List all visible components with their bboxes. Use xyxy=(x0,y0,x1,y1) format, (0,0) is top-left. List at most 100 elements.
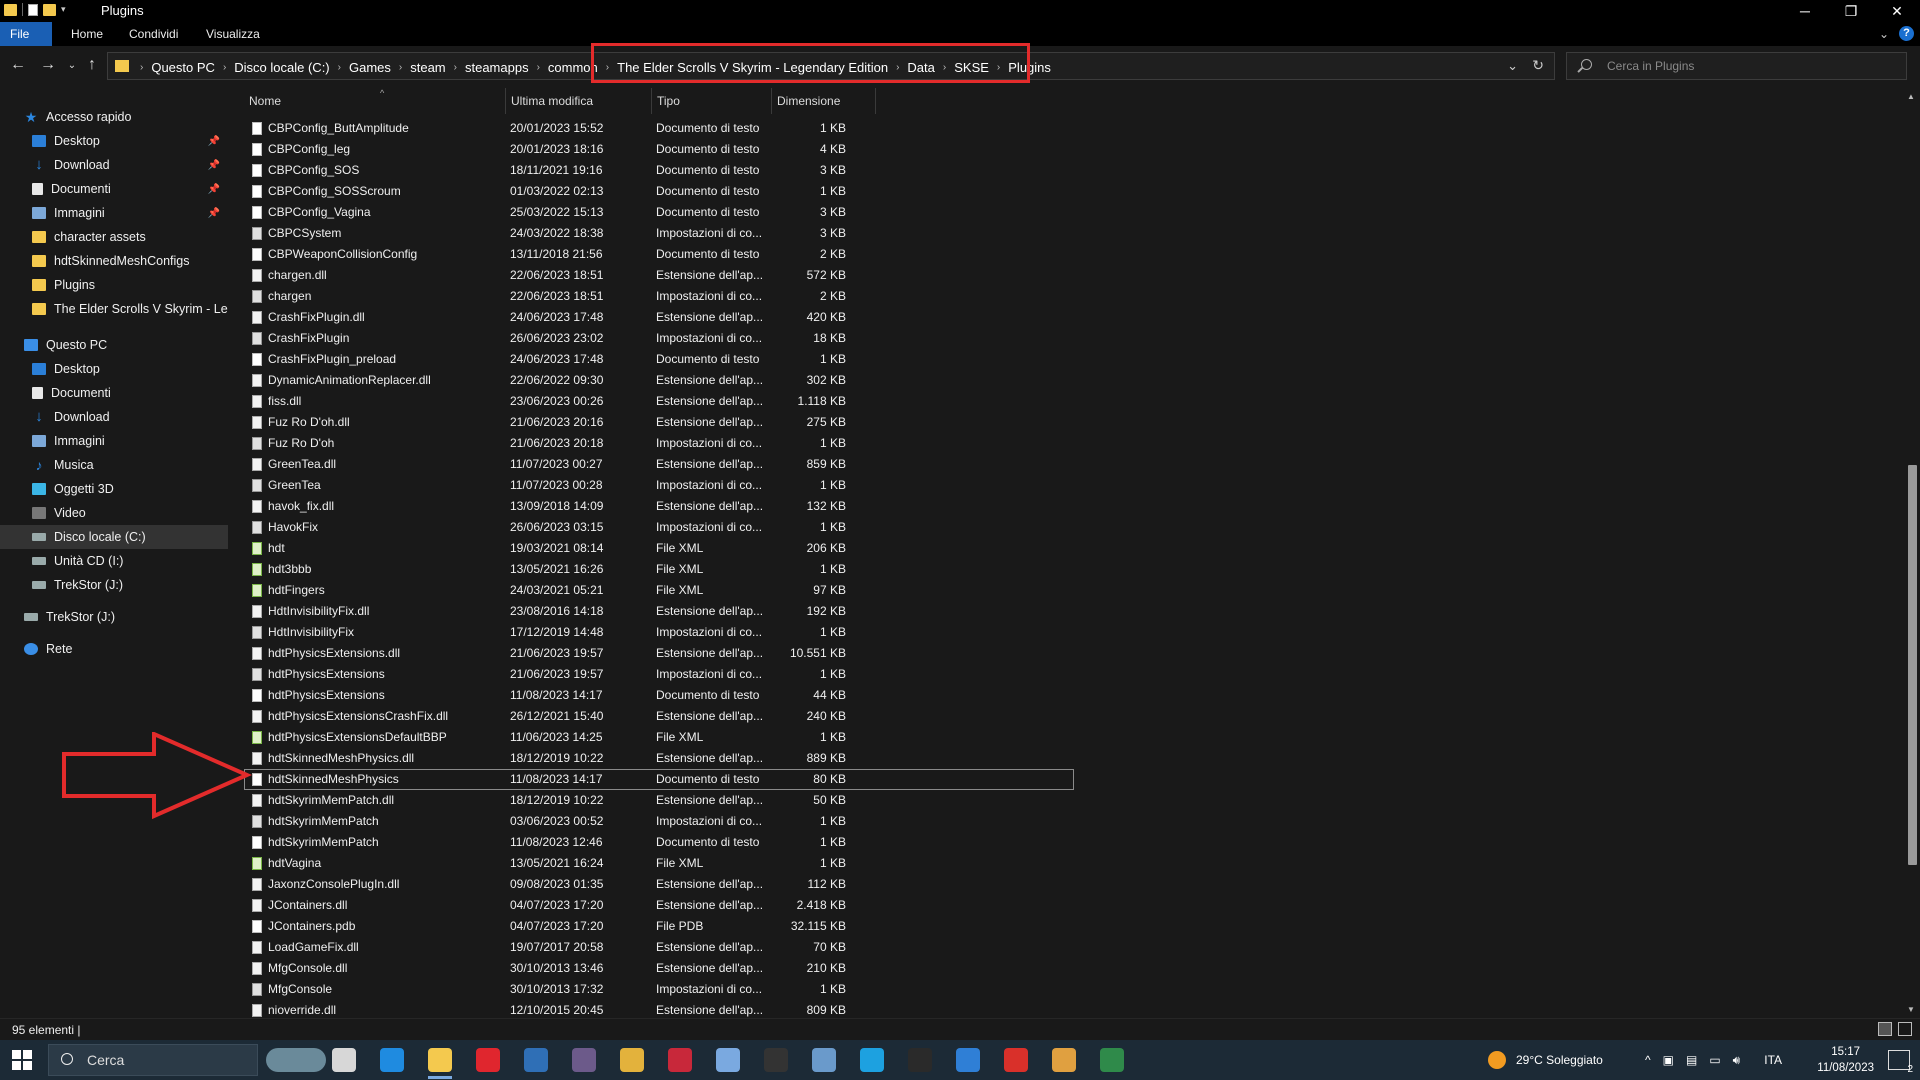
table-row[interactable]: CBPConfig_SOSScroum 01/03/2022 02:13 Docum… xyxy=(244,181,1074,202)
chevron-right-icon[interactable]: › xyxy=(533,62,544,73)
nav-item-pictures[interactable]: Immagini xyxy=(0,429,228,453)
scrollbar-thumb[interactable] xyxy=(1908,465,1917,865)
table-row[interactable]: MfgConsole.dll 30/10/2013 13:46 Estensione… xyxy=(244,958,1074,979)
table-row[interactable]: HdtInvisibilityFix 17/12/2019 14:48 Impost… xyxy=(244,622,1074,643)
table-row[interactable]: Fuz Ro D'oh.dll 21/06/2023 20:16 Estension… xyxy=(244,412,1074,433)
customize-toolbar-icon[interactable]: ▾ xyxy=(61,4,66,15)
clock[interactable]: 15:17 11/08/2023 xyxy=(1817,1044,1874,1076)
table-row[interactable]: hdtSkinnedMeshPhysics 11/08/2023 14:17 Doc… xyxy=(244,769,1074,790)
skype-icon[interactable] xyxy=(860,1048,884,1072)
forward-arrow-icon[interactable]: → xyxy=(38,56,58,74)
table-row[interactable]: LoadGameFix.dll 19/07/2017 20:58 Estension… xyxy=(244,937,1074,958)
search-input[interactable]: Cerca in Plugins xyxy=(1607,59,1694,73)
column-header-size[interactable]: Dimensione xyxy=(772,88,876,114)
breadcrumb-item[interactable]: Questo PC xyxy=(147,60,219,75)
chevron-app-icon[interactable] xyxy=(1052,1048,1076,1072)
window-app-icon[interactable] xyxy=(956,1048,980,1072)
nav-item-network[interactable]: Rete xyxy=(0,637,228,661)
nav-item-pictures[interactable]: Immagini 📌 xyxy=(0,201,228,225)
expand-ribbon-icon[interactable]: ⌄ xyxy=(1879,27,1889,41)
address-dropdown-icon[interactable]: ⌄ xyxy=(1507,58,1518,74)
camera-icon[interactable]: ▣ xyxy=(1663,1053,1674,1067)
foxit-icon[interactable] xyxy=(1004,1048,1028,1072)
column-header-name[interactable]: ^ Nome xyxy=(244,88,506,114)
chevron-right-icon[interactable]: › xyxy=(395,62,406,73)
notes-icon[interactable] xyxy=(620,1048,644,1072)
column-header-type[interactable]: Tipo xyxy=(652,88,772,114)
table-row[interactable]: GreenTea.dll 11/07/2023 00:27 Estensione d… xyxy=(244,454,1074,475)
store-icon[interactable] xyxy=(524,1048,548,1072)
table-row[interactable]: JContainers.pdb 04/07/2023 17:20 File PDB 3… xyxy=(244,916,1074,937)
file-explorer-icon[interactable] xyxy=(428,1048,452,1072)
maximize-button[interactable]: ❐ xyxy=(1828,0,1874,22)
scroll-down-icon[interactable]: ▼ xyxy=(1907,1005,1915,1014)
game-app-icon[interactable] xyxy=(668,1048,692,1072)
scroll-up-icon[interactable]: ▲ xyxy=(1907,92,1915,101)
tools-app-icon[interactable] xyxy=(812,1048,836,1072)
msi-icon[interactable] xyxy=(908,1048,932,1072)
table-row[interactable]: hdtPhysicsExtensionsCrashFix.dll 26/12/20… xyxy=(244,706,1074,727)
close-button[interactable]: ✕ xyxy=(1874,0,1920,22)
chevron-right-icon[interactable]: › xyxy=(334,62,345,73)
table-row[interactable]: CBPWeaponCollisionConfig 13/11/2018 21:56… xyxy=(244,244,1074,265)
search-box[interactable]: Cerca in Plugins xyxy=(1566,52,1907,80)
table-row[interactable]: HdtInvisibilityFix.dll 23/08/2016 14:18 Es… xyxy=(244,601,1074,622)
table-row[interactable]: CBPConfig_Vagina 25/03/2022 15:13 Document… xyxy=(244,202,1074,223)
tab-home[interactable]: Home xyxy=(59,22,115,46)
table-row[interactable]: JContainers.dll 04/07/2023 17:20 Estension… xyxy=(244,895,1074,916)
pin-icon[interactable]: 📌 xyxy=(208,208,220,219)
vertical-scrollbar[interactable]: ▲ ▼ xyxy=(1905,88,1920,1018)
refresh-icon[interactable]: ↻ xyxy=(1532,57,1544,74)
new-folder-icon[interactable] xyxy=(43,3,56,16)
chevron-right-icon[interactable]: › xyxy=(219,62,230,73)
table-row[interactable]: hdtPhysicsExtensions.dll 21/06/2023 19:57… xyxy=(244,643,1074,664)
details-view-icon[interactable] xyxy=(1878,1022,1892,1036)
skyrim-app-icon[interactable] xyxy=(764,1048,788,1072)
table-row[interactable]: CBPConfig_SOS 18/11/2021 19:16 Documento d… xyxy=(244,160,1074,181)
table-row[interactable]: CrashFixPlugin.dll 24/06/2023 17:48 Estens… xyxy=(244,307,1074,328)
table-row[interactable]: hdtFingers 24/03/2021 05:21 File XML 97 KB xyxy=(244,580,1074,601)
chevron-right-icon[interactable]: › xyxy=(136,62,147,73)
column-header-modified[interactable]: Ultima modifica xyxy=(506,88,652,114)
table-row[interactable]: hdtPhysicsExtensionsDefaultBBP 11/06/2023… xyxy=(244,727,1074,748)
table-row[interactable]: hdtPhysicsExtensions 11/08/2023 14:17 Docu… xyxy=(244,685,1074,706)
table-row[interactable]: CBPConfig_ButtAmplitude 20/01/2023 15:52 D… xyxy=(244,118,1074,139)
pen-app-icon[interactable] xyxy=(716,1048,740,1072)
table-row[interactable]: hdtSkyrimMemPatch.dll 18/12/2019 10:22 Est… xyxy=(244,790,1074,811)
recent-locations-icon[interactable]: ⌄ xyxy=(62,60,82,71)
volume-icon[interactable]: 🔊︎ xyxy=(1733,1053,1741,1068)
nav-item-trekstor-root[interactable]: TrekStor (J:) xyxy=(0,605,228,629)
widgets-icon[interactable] xyxy=(266,1048,326,1072)
weather-widget[interactable]: 29°C Soleggiato xyxy=(1488,1040,1603,1080)
breadcrumb-item[interactable]: steam xyxy=(406,60,449,75)
breadcrumb-item[interactable]: Games xyxy=(345,60,395,75)
table-row[interactable]: hdt3bbb 13/05/2021 16:26 File XML 1 KB xyxy=(244,559,1074,580)
help-icon[interactable]: ? xyxy=(1899,26,1914,41)
tab-share[interactable]: Condividi xyxy=(117,22,190,46)
tray-overflow-icon[interactable]: ^ xyxy=(1645,1053,1651,1067)
chevron-right-icon[interactable]: › xyxy=(450,62,461,73)
table-row[interactable]: Fuz Ro D'oh 21/06/2023 20:18 Impostazioni … xyxy=(244,433,1074,454)
table-row[interactable]: GreenTea 11/07/2023 00:28 Impostazioni di … xyxy=(244,475,1074,496)
up-arrow-icon[interactable]: ↑ xyxy=(82,56,102,74)
tab-view[interactable]: Visualizza xyxy=(194,22,272,46)
breadcrumb-item[interactable]: Disco locale (C:) xyxy=(230,60,333,75)
notification-center-icon[interactable]: 2 xyxy=(1888,1050,1913,1075)
task-view-icon[interactable] xyxy=(332,1048,356,1072)
nav-item-character-assets[interactable]: character assets xyxy=(0,225,228,249)
taskbar-search[interactable]: Cerca xyxy=(48,1044,258,1076)
network-icon[interactable]: ▭ xyxy=(1709,1053,1720,1067)
table-row[interactable]: hdtSkinnedMeshPhysics.dll 18/12/2019 10:2… xyxy=(244,748,1074,769)
pin-icon[interactable]: 📌 xyxy=(208,184,220,195)
properties-icon[interactable] xyxy=(28,3,38,16)
nav-item-trekstor[interactable]: TrekStor (J:) xyxy=(0,573,228,597)
tab-file[interactable]: File xyxy=(0,22,52,46)
excel-app-icon[interactable] xyxy=(1100,1048,1124,1072)
nav-item-documents[interactable]: Documenti 📌 xyxy=(0,177,228,201)
usb-icon[interactable]: ▤ xyxy=(1686,1053,1697,1067)
table-row[interactable]: hdtPhysicsExtensions 21/06/2023 19:57 Impo… xyxy=(244,664,1074,685)
table-row[interactable]: chargen 22/06/2023 18:51 Impostazioni di c… xyxy=(244,286,1074,307)
minimize-button[interactable]: ─ xyxy=(1782,0,1828,22)
table-row[interactable]: CBPConfig_leg 20/01/2023 18:16 Documento d… xyxy=(244,139,1074,160)
table-row[interactable]: havok_fix.dll 13/09/2018 14:09 Estensione … xyxy=(244,496,1074,517)
